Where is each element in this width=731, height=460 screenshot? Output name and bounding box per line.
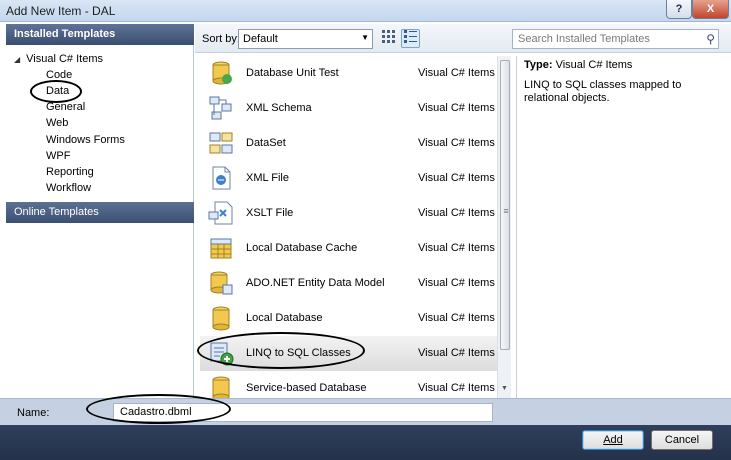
template-row[interactable]: DataSet Visual C# Items — [200, 126, 497, 161]
local-database-cache-icon — [210, 238, 232, 259]
cancel-button[interactable]: Cancel — [651, 430, 713, 450]
tree-item-reporting[interactable]: Reporting — [46, 166, 94, 178]
template-name: Database Unit Test — [246, 67, 339, 79]
xml-schema-icon — [209, 96, 232, 120]
tree-item-data[interactable]: Data — [46, 85, 69, 97]
tree-item-general[interactable]: General — [46, 101, 85, 113]
database-unit-test-icon — [212, 61, 232, 85]
installed-templates-header[interactable]: Installed Templates — [6, 24, 194, 45]
dataset-icon — [209, 132, 233, 154]
list-view-icon — [404, 30, 417, 43]
sort-by-label: Sort by: — [202, 33, 240, 45]
template-name: XML Schema — [246, 102, 312, 114]
template-category: Visual C# Items — [418, 347, 495, 359]
xml-file-icon — [212, 166, 231, 190]
small-icons-view-button[interactable] — [379, 29, 398, 48]
xslt-file-icon — [208, 201, 233, 225]
template-row[interactable]: Local Database Visual C# Items — [200, 301, 497, 336]
template-row-selected[interactable]: LINQ to SQL Classes Visual C# Items — [200, 336, 497, 371]
tree-item-windows-forms[interactable]: Windows Forms — [46, 134, 125, 146]
template-list-scrollbar[interactable]: ≡ ▼ — [497, 56, 511, 398]
sort-by-dropdown[interactable]: Default ▼ — [238, 29, 373, 49]
window-title: Add New Item - DAL — [6, 4, 116, 18]
name-field[interactable]: Cadastro.dbml — [113, 403, 493, 422]
dialog-button-bar: Add Cancel — [0, 425, 731, 460]
template-categories-panel: Installed Templates ◢ Visual C# Items Co… — [6, 24, 194, 398]
tree-root-visual-csharp-items[interactable]: ◢ Visual C# Items — [14, 53, 103, 65]
description-text: LINQ to SQL classes mapped to relational… — [524, 79, 682, 104]
template-name: ADO.NET Entity Data Model — [246, 277, 385, 289]
template-category: Visual C# Items — [418, 312, 495, 324]
template-row[interactable]: Database Unit Test Visual C# Items — [200, 56, 497, 91]
service-database-icon — [212, 376, 230, 398]
template-category: Visual C# Items — [418, 277, 495, 289]
template-category: Visual C# Items — [418, 242, 495, 254]
template-row[interactable]: XML File Visual C# Items — [200, 161, 497, 196]
template-name: Service-based Database — [246, 382, 367, 394]
toolbar: Sort by: Default ▼ Search Installed Temp… — [195, 24, 731, 53]
template-name: Local Database — [246, 312, 323, 324]
template-row[interactable]: Service-based Database Visual C# Items — [200, 371, 497, 398]
template-category: Visual C# Items — [418, 382, 495, 394]
template-name: XML File — [246, 172, 289, 184]
type-value: Visual C# Items — [555, 59, 633, 71]
name-row: Name: Cadastro.dbml — [0, 398, 731, 425]
small-icons-grid-icon — [382, 30, 395, 43]
tree-item-web[interactable]: Web — [46, 117, 68, 129]
linq-to-sql-icon — [210, 342, 234, 366]
template-row[interactable]: ADO.NET Entity Data Model Visual C# Item… — [200, 266, 497, 301]
medium-icons-view-button[interactable] — [401, 29, 420, 48]
tree-item-wpf[interactable]: WPF — [46, 150, 70, 162]
template-name: DataSet — [246, 137, 286, 149]
collapse-triangle-icon[interactable]: ◢ — [14, 55, 20, 64]
template-name: Local Database Cache — [246, 242, 358, 254]
template-category: Visual C# Items — [418, 137, 495, 149]
template-category: Visual C# Items — [418, 172, 495, 184]
template-category: Visual C# Items — [418, 67, 495, 79]
close-button[interactable]: X — [692, 0, 729, 19]
entity-data-model-icon — [210, 271, 233, 295]
search-input[interactable]: Search Installed Templates ⚲ — [512, 29, 719, 49]
template-category: Visual C# Items — [418, 102, 495, 114]
template-row[interactable]: Local Database Cache Visual C# Items — [200, 231, 497, 266]
add-button-label: Add — [603, 434, 623, 446]
template-type-line: Type: Visual C# Items — [524, 59, 632, 71]
template-description-panel: Type: Visual C# Items LINQ to SQL classe… — [516, 56, 724, 398]
template-name: LINQ to SQL Classes — [246, 347, 351, 359]
grip-icon: ≡ — [503, 206, 509, 216]
search-icon[interactable]: ⚲ — [706, 32, 715, 46]
online-templates-header[interactable]: Online Templates — [6, 202, 194, 223]
local-database-icon — [212, 306, 230, 331]
help-button[interactable]: ? — [666, 0, 692, 19]
scrollbar-thumb[interactable]: ≡ — [500, 60, 510, 350]
tree-root-label: Visual C# Items — [26, 53, 103, 65]
template-list: Database Unit Test Visual C# Items XML S… — [200, 56, 511, 398]
template-row[interactable]: XSLT File Visual C# Items — [200, 196, 497, 231]
scroll-down-arrow-icon[interactable]: ▼ — [501, 385, 508, 392]
type-label: Type: — [524, 59, 553, 71]
template-row[interactable]: XML Schema Visual C# Items — [200, 91, 497, 126]
title-bar: Add New Item - DAL ? X — [0, 0, 731, 22]
name-label: Name: — [17, 407, 50, 419]
template-name: XSLT File — [246, 207, 294, 219]
dropdown-arrow-icon[interactable]: ▼ — [361, 33, 369, 42]
sort-by-value: Default — [243, 33, 278, 45]
tree-item-workflow[interactable]: Workflow — [46, 182, 91, 194]
add-button[interactable]: Add — [582, 430, 644, 450]
template-category: Visual C# Items — [418, 207, 495, 219]
tree-item-code[interactable]: Code — [46, 69, 72, 81]
search-placeholder: Search Installed Templates — [518, 33, 650, 45]
